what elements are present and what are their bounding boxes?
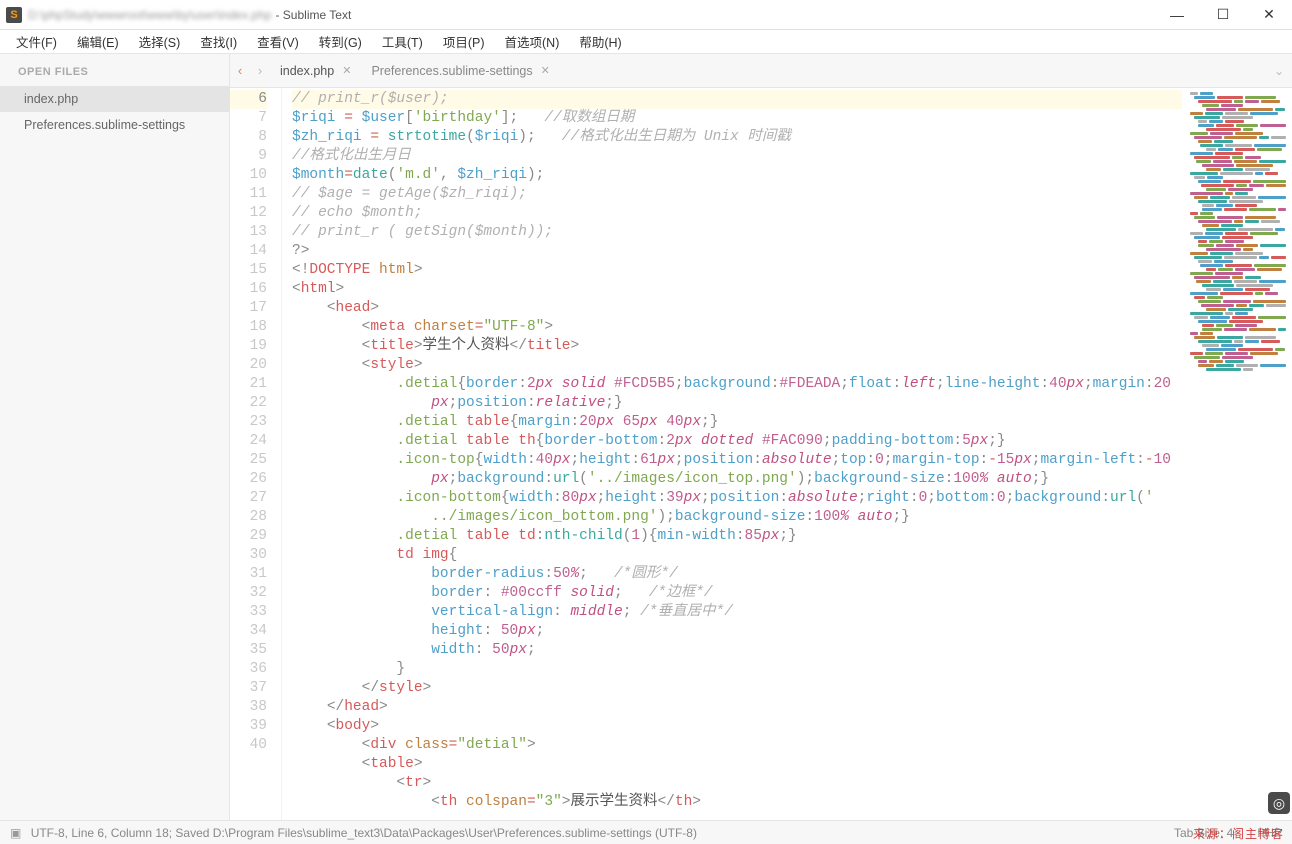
tab-label: index.php <box>280 64 334 78</box>
tab[interactable]: Preferences.sublime-settings ✕ <box>361 54 559 88</box>
code-line[interactable]: px;position:relative;} <box>292 394 1292 413</box>
tab-label: Preferences.sublime-settings <box>371 64 532 78</box>
code-line[interactable]: <th colspan="3">展示学生资料</th> <box>292 793 1292 812</box>
menu-item[interactable]: 文件(F) <box>6 30 67 54</box>
title-app: - Sublime Text <box>275 8 351 22</box>
menu-item[interactable]: 工具(T) <box>372 30 433 54</box>
statusbar: ▣ UTF-8, Line 6, Column 18; Saved D:\Pro… <box>0 820 1292 844</box>
main-area: OPEN FILES index.phpPreferences.sublime-… <box>0 54 1292 820</box>
code-line[interactable]: <tr> <box>292 774 1292 793</box>
menu-item[interactable]: 帮助(H) <box>569 30 631 54</box>
menu-item[interactable]: 查看(V) <box>247 30 309 54</box>
menubar: 文件(F)编辑(E)选择(S)查找(I)查看(V)转到(G)工具(T)项目(P)… <box>0 30 1292 54</box>
nav-forward-icon[interactable]: › <box>250 63 270 78</box>
tabs-overflow-icon[interactable]: ⌄ <box>1274 64 1284 78</box>
sidebar-section-title: OPEN FILES <box>0 62 229 86</box>
code-line[interactable]: </style> <box>292 679 1292 698</box>
code-line[interactable]: .detial table th{border-bottom:2px dotte… <box>292 432 1292 451</box>
status-left: ▣ UTF-8, Line 6, Column 18; Saved D:\Pro… <box>10 826 697 840</box>
nav-back-icon[interactable]: ‹ <box>230 63 250 78</box>
code-line[interactable]: <!DOCTYPE html> <box>292 261 1292 280</box>
status-text: UTF-8, Line 6, Column 18; Saved D:\Progr… <box>31 826 697 840</box>
code-line[interactable]: <style> <box>292 356 1292 375</box>
code-line[interactable]: .icon-bottom{width:80px;height:39px;posi… <box>292 489 1292 508</box>
tab-close-icon[interactable]: ✕ <box>342 64 351 77</box>
tab[interactable]: index.php ✕ <box>270 54 361 88</box>
editor-body[interactable]: 6789101112131415161718192021222324252627… <box>230 88 1292 820</box>
menu-item[interactable]: 项目(P) <box>433 30 495 54</box>
editor-area: ‹ › index.php✕Preferences.sublime-settin… <box>230 54 1292 820</box>
minimap[interactable] <box>1182 88 1292 820</box>
code-line[interactable]: </head> <box>292 698 1292 717</box>
code-area[interactable]: // print_r($user);$riqi = $user['birthda… <box>282 88 1292 820</box>
code-line[interactable]: <head> <box>292 299 1292 318</box>
close-button[interactable]: ✕ <box>1246 0 1292 30</box>
tab-close-icon[interactable]: ✕ <box>541 64 550 77</box>
code-line[interactable]: border: #00ccff solid; /*边框*/ <box>292 584 1292 603</box>
console-icon[interactable]: ▣ <box>10 826 21 840</box>
title-path: D:\phpStudy\wwwroot\www\by\user\index.ph… <box>28 8 271 22</box>
code-line[interactable]: height: 50px; <box>292 622 1292 641</box>
menu-item[interactable]: 首选项(N) <box>495 30 570 54</box>
code-line[interactable]: ?> <box>292 242 1292 261</box>
gutter: 6789101112131415161718192021222324252627… <box>230 88 282 820</box>
menu-item[interactable]: 编辑(E) <box>67 30 129 54</box>
code-line[interactable]: .icon-top{width:40px;height:61px;positio… <box>292 451 1292 470</box>
titlebar: S D:\phpStudy\wwwroot\www\by\user\index.… <box>0 0 1292 30</box>
code-line[interactable]: <html> <box>292 280 1292 299</box>
menu-item[interactable]: 查找(I) <box>190 30 247 54</box>
code-line[interactable]: <table> <box>292 755 1292 774</box>
code-line[interactable]: .detial table td:nth-child(1){min-width:… <box>292 527 1292 546</box>
code-line[interactable]: <body> <box>292 717 1292 736</box>
code-line[interactable]: .detial{border:2px solid #FCD5B5;backgro… <box>292 375 1292 394</box>
code-line[interactable]: // print_r($user); <box>292 90 1292 109</box>
code-line[interactable]: vertical-align: middle; /*垂直居中*/ <box>292 603 1292 622</box>
menu-item[interactable]: 转到(G) <box>309 30 372 54</box>
window-controls: — ☐ ✕ <box>1154 0 1292 30</box>
code-line[interactable]: } <box>292 660 1292 679</box>
code-line[interactable]: $zh_riqi = strtotime($riqi); //格式化出生日期为 … <box>292 128 1292 147</box>
code-line[interactable]: $riqi = $user['birthday']; //取数组日期 <box>292 109 1292 128</box>
menu-item[interactable]: 选择(S) <box>129 30 191 54</box>
sidebar-file-item[interactable]: index.php <box>0 86 229 112</box>
sidebar: OPEN FILES index.phpPreferences.sublime-… <box>0 54 230 820</box>
code-line[interactable]: .detial table{margin:20px 65px 40px;} <box>292 413 1292 432</box>
code-line[interactable]: // $age = getAge($zh_riqi); <box>292 185 1292 204</box>
tabbar: ‹ › index.php✕Preferences.sublime-settin… <box>230 54 1292 88</box>
code-line[interactable]: border-radius:50%; /*圆形*/ <box>292 565 1292 584</box>
app-icon: S <box>6 7 22 23</box>
code-line[interactable]: // print_r ( getSign($month)); <box>292 223 1292 242</box>
code-line[interactable]: <meta charset="UTF-8"> <box>292 318 1292 337</box>
code-line[interactable]: <title>学生个人资料</title> <box>292 337 1292 356</box>
code-line[interactable]: <div class="detial"> <box>292 736 1292 755</box>
code-line[interactable]: // echo $month; <box>292 204 1292 223</box>
maximize-button[interactable]: ☐ <box>1200 0 1246 30</box>
minimize-button[interactable]: — <box>1154 0 1200 30</box>
sidebar-file-item[interactable]: Preferences.sublime-settings <box>0 112 229 138</box>
code-line[interactable]: //格式化出生月日 <box>292 147 1292 166</box>
code-line[interactable]: td img{ <box>292 546 1292 565</box>
code-line[interactable]: ../images/icon_bottom.png');background-s… <box>292 508 1292 527</box>
code-line[interactable]: $month=date('m.d', $zh_riqi); <box>292 166 1292 185</box>
corner-badge-icon: ◎ <box>1268 792 1290 814</box>
code-line[interactable]: px;background:url('../images/icon_top.pn… <box>292 470 1292 489</box>
watermark: 来源：阁主博客 <box>1193 825 1284 842</box>
code-line[interactable]: width: 50px; <box>292 641 1292 660</box>
